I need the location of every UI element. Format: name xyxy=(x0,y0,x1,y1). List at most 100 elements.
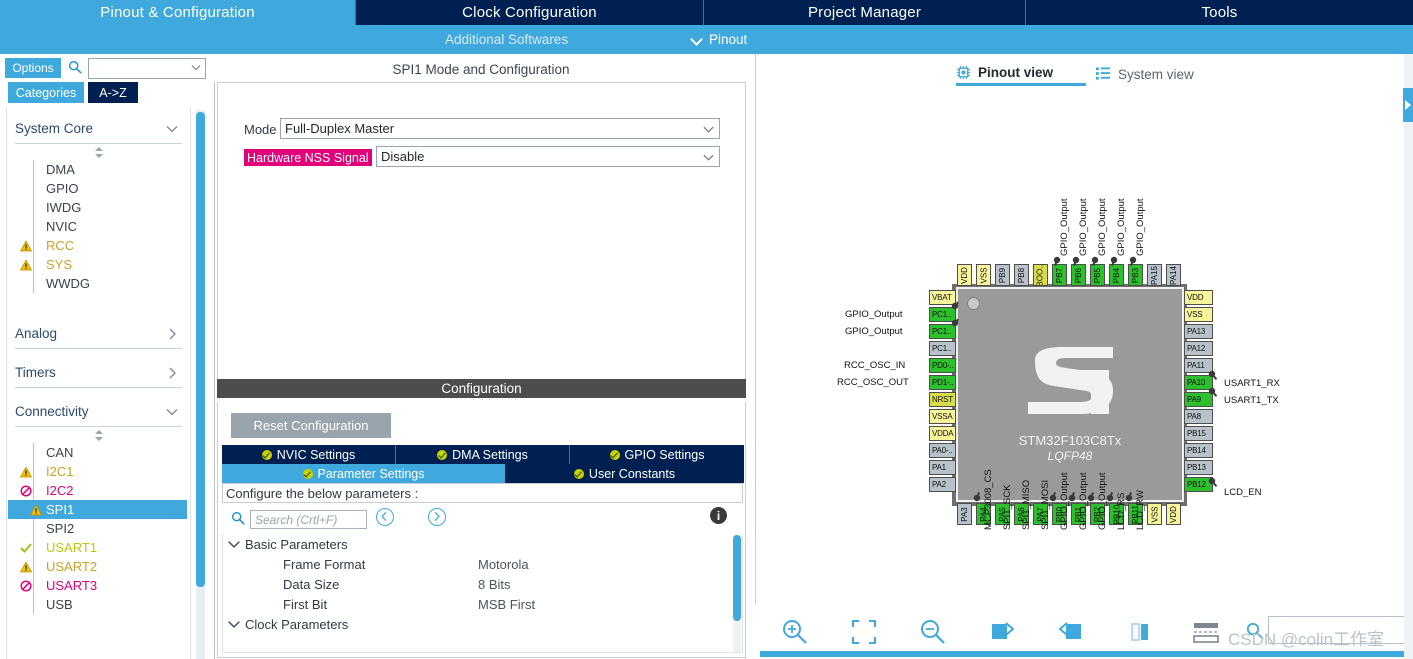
sidebar-item-iwdg[interactable]: IWDG xyxy=(34,198,190,217)
param-group-clock-parameters[interactable]: Clock Parameters xyxy=(223,614,742,634)
sidebar-item-wwdg[interactable]: WWDG xyxy=(34,274,190,293)
pin-right-pb14[interactable]: PB14 xyxy=(1184,443,1213,458)
rotate-left-icon[interactable] xyxy=(1056,617,1086,647)
tab-dma-settings[interactable]: DMA Settings xyxy=(396,445,570,464)
pin-left-vssa[interactable]: VSSA xyxy=(929,409,956,424)
sidebar-item-gpio[interactable]: GPIO xyxy=(34,179,190,198)
tab-categories[interactable]: Categories xyxy=(8,82,84,103)
group-system-core[interactable]: System Core xyxy=(15,114,182,144)
pin-left-nrst[interactable]: NRST xyxy=(929,392,956,407)
search-input[interactable] xyxy=(88,58,206,79)
fit-to-screen-icon[interactable] xyxy=(849,617,879,647)
sidebar-item-spi2[interactable]: SPI2 xyxy=(34,519,190,538)
param-row-first-bit[interactable]: First Bit MSB First xyxy=(223,594,742,614)
next-param-button[interactable] xyxy=(428,508,446,526)
tab-system-view[interactable]: System view xyxy=(1096,62,1226,86)
pin-top-boot[interactable]: BOO.. xyxy=(1033,264,1048,286)
info-icon[interactable]: i xyxy=(710,507,727,524)
pin-bottom-vdd[interactable]: VDD xyxy=(1166,503,1181,525)
pin-bottom-pa3[interactable]: PA3 xyxy=(957,503,972,525)
pin-left-pa1[interactable]: PA1 xyxy=(929,460,956,475)
check-circle-icon xyxy=(302,468,313,479)
subtab-pinout[interactable]: Pinout xyxy=(692,25,747,54)
pin-right-pa13[interactable]: PA13 xyxy=(1184,324,1213,339)
tab-label: Categories xyxy=(15,85,77,100)
pin-top-pa15[interactable]: PA15 xyxy=(1147,264,1162,286)
sidebar-item-nvic[interactable]: NVIC xyxy=(34,217,190,236)
tab-user-constants[interactable]: User Constants xyxy=(505,464,744,483)
tab-gpio-settings[interactable]: GPIO Settings xyxy=(570,445,744,464)
tab-parameter-settings[interactable]: Parameter Settings xyxy=(222,464,505,483)
param-search-input[interactable]: Search (Crtl+F) xyxy=(250,510,367,529)
group-connectivity[interactable]: Connectivity xyxy=(15,397,182,427)
reset-configuration-button[interactable]: Reset Configuration xyxy=(231,413,391,438)
pin-top-pb3[interactable]: PB3 xyxy=(1128,264,1143,286)
sidebar-item-usart3[interactable]: USART3 xyxy=(20,576,190,595)
sidebar-item-i2c2[interactable]: I2C2 xyxy=(20,481,190,500)
pin-right-pb15[interactable]: PB15 xyxy=(1184,426,1213,441)
expand-right-panel-button[interactable] xyxy=(1403,88,1413,122)
tab-pinout-view[interactable]: Pinout view xyxy=(956,62,1086,86)
pin-top-pb4[interactable]: PB4 xyxy=(1109,264,1124,286)
subtab-additional-softwares[interactable]: Additional Softwares xyxy=(445,25,568,54)
sidebar-item-i2c1[interactable]: I2C1 xyxy=(20,462,190,481)
sidebar-item-spi1[interactable]: SPI1 xyxy=(8,500,187,519)
sidebar-item-can[interactable]: CAN xyxy=(34,443,190,462)
sidebar-item-sys[interactable]: SYS xyxy=(20,255,190,274)
rotate-right-icon[interactable] xyxy=(987,617,1017,647)
param-value: 8 Bits xyxy=(478,576,511,592)
mode-section: Mode Full-Duplex Master Hardware NSS Sig… xyxy=(217,82,746,395)
prev-param-button[interactable] xyxy=(376,508,394,526)
pin-top-vdd[interactable]: VDD xyxy=(957,264,972,286)
sidebar-item-usart1[interactable]: USART1 xyxy=(20,538,190,557)
pin-top-pb5[interactable]: PB5 xyxy=(1090,264,1105,286)
tab-a-to-z[interactable]: A->Z xyxy=(88,82,138,103)
pin-right-pa8[interactable]: PA8 xyxy=(1184,409,1213,424)
warning-icon xyxy=(20,239,32,251)
pin-bottom-vss[interactable]: VSS xyxy=(1147,503,1162,525)
scroll-spinner[interactable] xyxy=(7,427,190,443)
pin-right-vss[interactable]: VSS xyxy=(1184,307,1213,322)
pin-top-vss[interactable]: VSS xyxy=(976,264,991,286)
tab-clock-configuration[interactable]: Clock Configuration xyxy=(355,0,703,25)
pin-left-pa2[interactable]: PA2 xyxy=(929,477,956,492)
sidebar-item-usart2[interactable]: USART2 xyxy=(20,557,190,576)
pin-top-pb7[interactable]: PB7 xyxy=(1052,264,1067,286)
tab-tools[interactable]: Tools xyxy=(1025,0,1413,25)
flip-icon[interactable] xyxy=(1125,617,1155,647)
pin-left-pd0[interactable]: PD0-.. xyxy=(929,358,956,373)
pinout-canvas[interactable]: STM32F103C8Tx LQFP48 VDD VSS PB9 PB8 BOO… xyxy=(756,94,1401,659)
tab-project-manager[interactable]: Project Manager xyxy=(703,0,1025,25)
zoom-out-icon[interactable] xyxy=(918,617,948,647)
param-scrollbar-thumb[interactable] xyxy=(733,535,741,621)
param-row-frame-format[interactable]: Frame Format Motorola xyxy=(223,554,742,574)
pin-left-pa0[interactable]: PA0-.. xyxy=(929,443,956,458)
pin-top-pb8[interactable]: PB8 xyxy=(1014,264,1029,286)
group-analog[interactable]: Analog xyxy=(15,319,182,349)
pin-right-pa12[interactable]: PA12 xyxy=(1184,341,1213,356)
pin-right-vdd[interactable]: VDD xyxy=(1184,290,1213,305)
pin-top-pa14[interactable]: PA14 xyxy=(1166,264,1181,286)
sidebar-scrollbar-thumb[interactable] xyxy=(196,112,205,587)
zoom-in-icon[interactable] xyxy=(780,617,810,647)
param-group-basic-parameters[interactable]: Basic Parameters xyxy=(223,534,742,554)
pin-left-pd1[interactable]: PD1-.. xyxy=(929,375,956,390)
nss-select[interactable]: Disable xyxy=(376,146,720,167)
group-label: Analog xyxy=(15,326,58,341)
sidebar-item-dma[interactable]: DMA xyxy=(34,160,190,179)
pin-left-pc15[interactable]: PC1.. xyxy=(929,341,956,356)
pin-top-pb6[interactable]: PB6 xyxy=(1071,264,1086,286)
mode-select[interactable]: Full-Duplex Master xyxy=(280,118,720,139)
options-button[interactable]: Options xyxy=(5,58,61,78)
tab-pinout-configuration[interactable]: Pinout & Configuration xyxy=(0,0,355,25)
pin-left-vdda[interactable]: VDDA xyxy=(929,426,956,441)
tab-nvic-settings[interactable]: NVIC Settings xyxy=(222,445,396,464)
scroll-spinner[interactable] xyxy=(7,144,190,160)
sidebar-item-rcc[interactable]: RCC xyxy=(20,236,190,255)
sidebar-item-usb[interactable]: USB xyxy=(34,595,190,614)
param-row-data-size[interactable]: Data Size 8 Bits xyxy=(223,574,742,594)
keep-layout-icon[interactable] xyxy=(1192,621,1220,645)
group-timers[interactable]: Timers xyxy=(15,358,182,388)
pin-top-pb9[interactable]: PB9 xyxy=(995,264,1010,286)
chevron-down-icon xyxy=(166,126,178,133)
